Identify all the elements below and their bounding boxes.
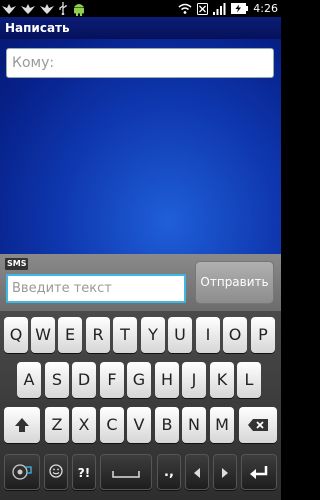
key-u[interactable]: U [168, 317, 192, 353]
keyboard: Q W E R T Y U I O P A S D F G H J K L Z … [0, 311, 281, 500]
bird-icon [21, 3, 35, 14]
signal-icon [213, 2, 226, 15]
key-o[interactable]: O [223, 317, 247, 353]
key-m[interactable]: M [210, 407, 234, 443]
system-icons: 4:26 [178, 0, 278, 17]
message-body-area: Кому: [0, 39, 281, 254]
status-bar: 4:26 [0, 0, 281, 17]
key-v[interactable]: V [127, 407, 151, 443]
bird-icon [40, 3, 54, 14]
key-s[interactable]: S [45, 362, 69, 398]
smiley-icon [49, 464, 63, 478]
key-y[interactable]: Y [141, 317, 165, 353]
key-n[interactable]: N [182, 407, 206, 443]
arrow-right-icon [222, 468, 228, 478]
key-i[interactable]: I [196, 317, 220, 353]
send-button[interactable]: Отправить [195, 261, 274, 304]
android-icon [74, 4, 84, 16]
key-d[interactable]: D [72, 362, 96, 398]
key-c[interactable]: C [100, 407, 124, 443]
clock: 4:26 [253, 2, 278, 15]
backspace-icon [248, 419, 268, 431]
key-x[interactable]: X [72, 407, 96, 443]
key-j[interactable]: J [182, 362, 206, 398]
keyboard-settings-icon [12, 464, 32, 480]
battery-charging-icon [231, 3, 249, 14]
key-r[interactable]: R [86, 317, 110, 353]
key-p[interactable]: P [251, 317, 275, 353]
space-icon [112, 471, 140, 478]
key-l[interactable]: L [237, 362, 261, 398]
input-settings-key[interactable] [4, 454, 40, 490]
key-q[interactable]: Q [4, 317, 28, 353]
backspace-key[interactable] [239, 407, 277, 443]
shift-icon [15, 418, 29, 432]
space-key[interactable] [100, 454, 152, 490]
notification-icons [2, 1, 86, 16]
key-w[interactable]: W [31, 317, 55, 353]
shift-key[interactable] [4, 407, 40, 443]
key-t[interactable]: T [113, 317, 137, 353]
key-a[interactable]: A [17, 362, 41, 398]
key-f[interactable]: F [100, 362, 124, 398]
wifi-icon [178, 3, 192, 14]
enter-key[interactable] [241, 454, 277, 490]
key-b[interactable]: B [155, 407, 179, 443]
enter-icon [250, 466, 268, 479]
key-h[interactable]: H [155, 362, 179, 398]
cursor-right-key[interactable] [213, 454, 237, 490]
bird-icon [2, 3, 16, 14]
arrow-left-icon [194, 468, 200, 478]
compose-bar: SMS Введите текст Отправить [0, 254, 281, 311]
punctuation-key[interactable]: ., [157, 454, 181, 490]
cursor-left-key[interactable] [185, 454, 209, 490]
usb-icon [59, 2, 67, 15]
key-g[interactable]: G [127, 362, 151, 398]
key-z[interactable]: Z [45, 407, 69, 443]
no-sim-icon [197, 2, 209, 15]
message-input[interactable]: Введите текст [6, 274, 186, 303]
sms-badge: SMS [5, 258, 29, 270]
recipient-field[interactable]: Кому: [6, 48, 274, 78]
emoticon-key[interactable] [44, 454, 68, 490]
page-title: Написать [0, 17, 281, 39]
symbols-key[interactable]: ?! [72, 454, 96, 490]
key-k[interactable]: K [210, 362, 234, 398]
key-e[interactable]: E [58, 317, 82, 353]
